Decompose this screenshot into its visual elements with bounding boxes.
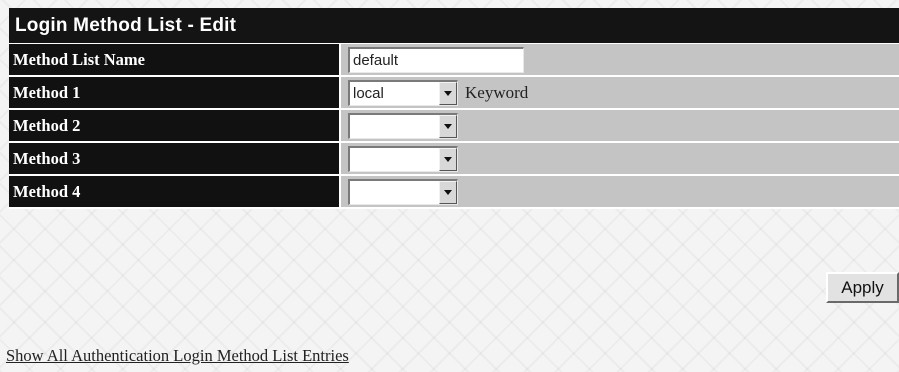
- method-2-select[interactable]: [348, 112, 458, 139]
- method-3-row: Method 3: [9, 143, 899, 176]
- method-4-select[interactable]: [348, 178, 458, 205]
- method-2-label: Method 2: [9, 110, 341, 141]
- method-4-cell: [341, 176, 899, 207]
- method-1-cell: local Keyword: [341, 77, 899, 108]
- chevron-down-icon: [444, 123, 452, 129]
- method-1-row: Method 1 local Keyword: [9, 77, 899, 110]
- method-1-label: Method 1: [9, 77, 341, 108]
- method-3-label: Method 3: [9, 143, 341, 174]
- method-list-name-label: Method List Name: [9, 44, 341, 75]
- show-all-entries-link[interactable]: Show All Authentication Login Method Lis…: [6, 346, 349, 366]
- method-list-name-row: Method List Name default: [9, 44, 899, 77]
- login-method-list-edit-panel: Login Method List - Edit Method List Nam…: [9, 8, 899, 209]
- method-4-selected-value: [350, 181, 439, 204]
- method-2-cell: [341, 110, 899, 141]
- method-1-selected-value: local: [353, 84, 384, 102]
- method-list-name-input[interactable]: default: [348, 46, 524, 73]
- method-3-dropdown-button[interactable]: [439, 147, 457, 171]
- method-2-selected-value: [350, 115, 439, 138]
- page: Login Method List - Edit Method List Nam…: [0, 0, 899, 372]
- method-4-row: Method 4: [9, 176, 899, 209]
- method-2-dropdown-button[interactable]: [439, 114, 457, 138]
- method-3-select[interactable]: [348, 145, 458, 172]
- chevron-down-icon: [444, 90, 452, 96]
- apply-button[interactable]: Apply: [826, 272, 899, 303]
- panel-title-bar: Login Method List - Edit: [9, 8, 899, 44]
- method-list-name-cell: default: [341, 44, 899, 75]
- method-2-row: Method 2: [9, 110, 899, 143]
- method-4-label: Method 4: [9, 176, 341, 207]
- method-4-dropdown-button[interactable]: [439, 180, 457, 204]
- method-1-keyword-label: Keyword: [465, 82, 529, 102]
- method-1-select[interactable]: local: [348, 79, 458, 106]
- method-3-cell: [341, 143, 899, 174]
- method-3-selected-value: [350, 148, 439, 171]
- panel-title: Login Method List - Edit: [15, 14, 237, 36]
- chevron-down-icon: [444, 189, 452, 195]
- method-1-dropdown-button[interactable]: [439, 81, 457, 105]
- chevron-down-icon: [444, 156, 452, 162]
